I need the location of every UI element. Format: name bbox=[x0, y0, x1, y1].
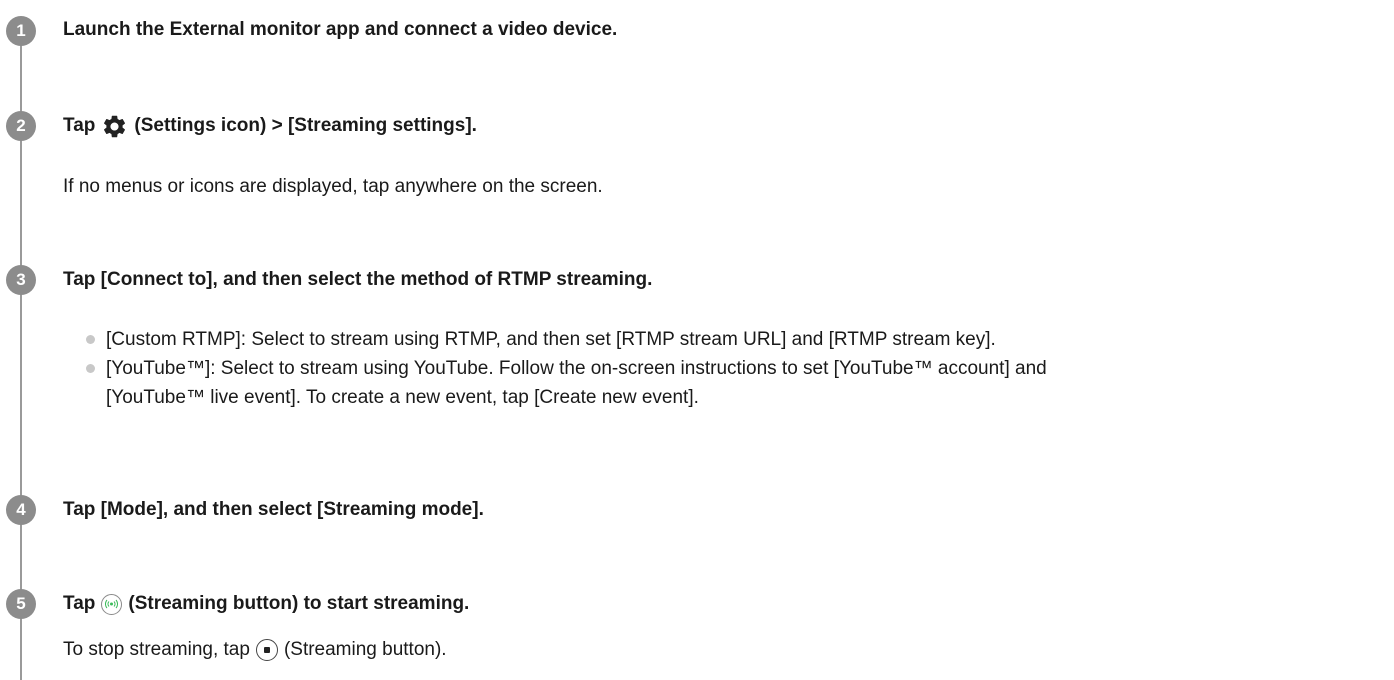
step-title-prefix: Tap bbox=[63, 115, 96, 136]
step-title: Tap (Streaming button) to start streamin… bbox=[63, 592, 469, 616]
stop-icon bbox=[255, 639, 278, 661]
step-title: Tap [Connect to], and then select the me… bbox=[63, 269, 653, 290]
step-title-suffix: (Settings icon) > [Streaming settings]. bbox=[134, 115, 477, 136]
step-number-badge: 1 bbox=[6, 16, 36, 46]
list-item: [YouTube™]: Select to stream using YouTu… bbox=[84, 354, 1047, 412]
list-item: [Custom RTMP]: Select to stream using RT… bbox=[84, 325, 1047, 354]
gear-icon bbox=[101, 113, 128, 140]
step-number-badge: 4 bbox=[6, 495, 36, 525]
option-list: [Custom RTMP]: Select to stream using RT… bbox=[84, 325, 1047, 412]
step-title: Tap [Mode], and then select [Streaming m… bbox=[63, 499, 484, 520]
step-note: To stop streaming, tap (Streaming button… bbox=[63, 639, 447, 661]
step-title-prefix: Tap bbox=[63, 593, 96, 614]
step-number-badge: 3 bbox=[6, 265, 36, 295]
step-title: Tap (Settings icon) > [Streaming setting… bbox=[63, 114, 477, 138]
step-title: Launch the External monitor app and conn… bbox=[63, 19, 618, 40]
streaming-icon bbox=[101, 593, 123, 615]
bullet-icon bbox=[86, 364, 95, 373]
step-title-suffix: (Streaming button) to start streaming. bbox=[128, 593, 470, 614]
bullet-icon bbox=[86, 335, 95, 344]
step-number-badge: 5 bbox=[6, 589, 36, 619]
step-number-badge: 2 bbox=[6, 111, 36, 141]
step-note: If no menus or icons are displayed, tap … bbox=[63, 176, 603, 197]
